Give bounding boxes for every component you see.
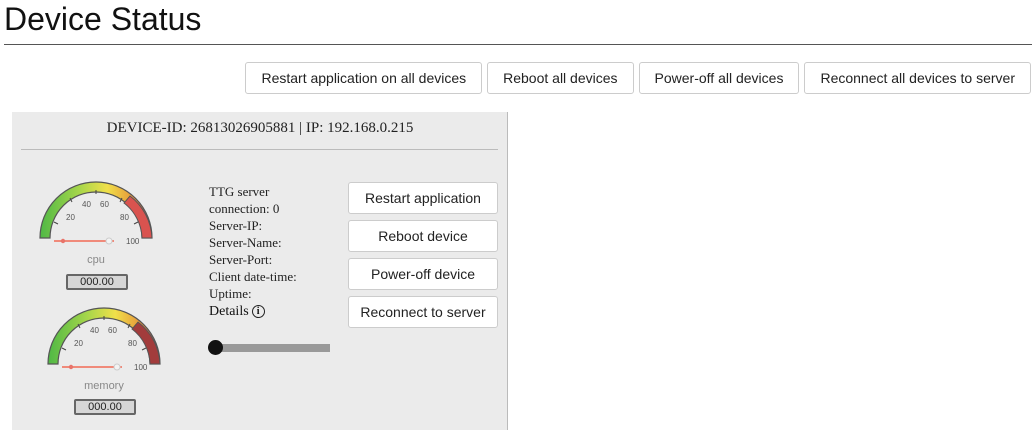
uptime-label: Uptime:: [209, 286, 252, 301]
power-off-device-button[interactable]: Power-off device: [348, 258, 498, 290]
cpu-tick-60: 60: [100, 200, 109, 209]
cpu-gauge: 20 40 60 80 100 cpu: [34, 178, 158, 268]
device-card: DEVICE-ID: 26813026905881 | IP: 192.168.…: [12, 112, 508, 430]
memory-tick-40: 40: [90, 326, 99, 335]
reconnect-all-button[interactable]: Reconnect all devices to server: [804, 62, 1031, 94]
reboot-device-button[interactable]: Reboot device: [348, 220, 498, 252]
server-port-label: Server-Port:: [209, 252, 273, 267]
slider-thumb[interactable]: [208, 340, 223, 355]
reboot-all-button[interactable]: Reboot all devices: [487, 62, 634, 94]
memory-value: 000.00: [74, 399, 136, 415]
title-divider: [4, 44, 1032, 45]
device-slider[interactable]: [208, 340, 330, 356]
reconnect-to-server-button[interactable]: Reconnect to server: [348, 296, 498, 328]
global-actions: Restart application on all devices Reboo…: [245, 62, 1031, 94]
cpu-value: 000.00: [66, 274, 128, 290]
ttg-connection-value: connection: 0: [209, 201, 280, 216]
slider-track[interactable]: [212, 344, 330, 352]
cpu-tick-100: 100: [126, 237, 140, 246]
cpu-tick-40: 40: [82, 200, 91, 209]
memory-gauge-label: memory: [84, 380, 124, 392]
details-label: Details: [209, 304, 249, 319]
memory-tick-60: 60: [108, 326, 117, 335]
server-ip-label: Server-IP:: [209, 218, 263, 233]
memory-tick-20: 20: [74, 339, 83, 348]
device-actions: Restart application Reboot device Power-…: [348, 182, 498, 328]
cpu-tick-80: 80: [120, 213, 129, 222]
client-datetime-label: Client date-time:: [209, 269, 297, 284]
info-icon[interactable]: i: [251, 305, 265, 318]
cpu-tick-20: 20: [66, 213, 75, 222]
restart-all-button[interactable]: Restart application on all devices: [245, 62, 483, 94]
device-header: DEVICE-ID: 26813026905881 | IP: 192.168.…: [106, 120, 414, 136]
cpu-gauge-label: cpu: [87, 254, 105, 266]
memory-tick-80: 80: [128, 339, 137, 348]
device-info: TTG server connection: 0 Server-IP: Serv…: [209, 183, 344, 320]
server-name-label: Server-Name:: [209, 235, 282, 250]
page-title: Device Status: [4, 1, 202, 37]
power-off-all-button[interactable]: Power-off all devices: [638, 62, 800, 94]
memory-gauge: 20 40 60 80 100 memory: [42, 304, 166, 394]
memory-tick-100: 100: [134, 363, 148, 372]
restart-application-button[interactable]: Restart application: [348, 182, 498, 214]
card-divider: [21, 149, 498, 150]
ttg-server-label: TTG server: [209, 184, 270, 199]
details-toggle[interactable]: Details i: [209, 303, 344, 320]
